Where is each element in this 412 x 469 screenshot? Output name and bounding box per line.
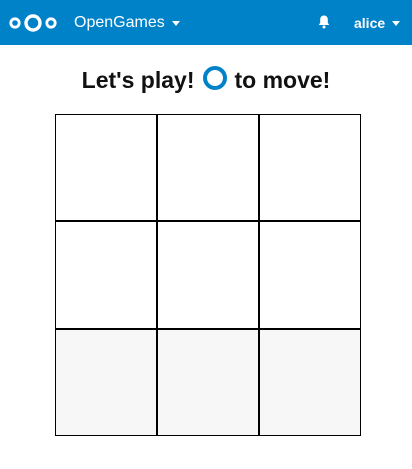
board-cell-2-3[interactable] bbox=[260, 222, 360, 328]
board-cell-3-2[interactable] bbox=[158, 329, 258, 435]
board-cell-1-3[interactable] bbox=[260, 115, 360, 221]
app-name: OpenGames bbox=[74, 13, 165, 31]
title-prefix: Let's play! bbox=[81, 66, 195, 93]
board-cell-1-2[interactable] bbox=[158, 115, 258, 221]
o-marker-icon bbox=[202, 66, 227, 90]
chevron-down-icon bbox=[171, 21, 180, 26]
board-cell-2-1[interactable] bbox=[56, 222, 156, 328]
user-menu-button[interactable]: alice bbox=[354, 0, 401, 45]
user-name: alice bbox=[354, 14, 386, 31]
board-cell-2-2[interactable] bbox=[158, 222, 258, 328]
nextcloud-logo-icon[interactable] bbox=[8, 13, 58, 33]
tic-tac-toe-board bbox=[55, 114, 361, 436]
app-menu-button[interactable]: OpenGames bbox=[74, 0, 180, 45]
title-suffix: to move! bbox=[234, 66, 331, 93]
game-status-title: Let's play! to move! bbox=[0, 60, 412, 100]
chevron-down-icon bbox=[392, 21, 401, 26]
board-cell-1-1[interactable] bbox=[56, 115, 156, 221]
board-cell-3-3[interactable] bbox=[260, 329, 360, 435]
bell-icon[interactable] bbox=[316, 14, 332, 30]
top-bar: OpenGames alice bbox=[0, 0, 412, 45]
board-cell-3-1[interactable] bbox=[56, 329, 156, 435]
